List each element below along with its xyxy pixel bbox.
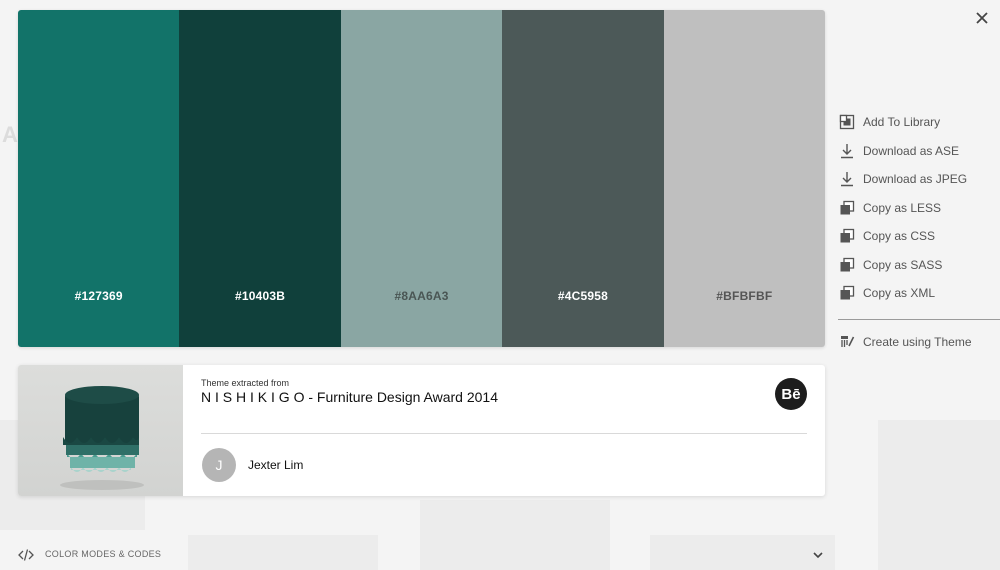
swatch-hex-label: #BFBFBF — [716, 289, 773, 303]
avatar[interactable]: J — [202, 448, 236, 482]
source-card: Theme extracted from N I S H I K I G O -… — [18, 365, 825, 496]
copy-icon — [838, 227, 856, 245]
create-using-theme-label: Create using Theme — [863, 334, 972, 349]
code-icon — [18, 549, 34, 561]
color-swatch[interactable]: #4C5958 — [502, 10, 664, 347]
project-title-link[interactable]: N I S H I K I G O - Furniture Design Awa… — [201, 389, 498, 405]
swatch-hex-label: #8AA6A3 — [394, 289, 449, 303]
add-to-library-label: Add To Library — [863, 115, 941, 130]
color-palette: #127369 #10403B #8AA6A3 #4C5958 #BFBFBF — [18, 10, 825, 347]
download-icon — [838, 142, 856, 160]
source-info: Theme extracted from N I S H I K I G O -… — [201, 365, 807, 496]
copy-icon — [838, 284, 856, 302]
copy-xml-label: Copy as XML — [863, 286, 936, 301]
library-icon — [838, 113, 856, 131]
download-jpeg-label: Download as JPEG — [863, 172, 968, 187]
swatch-hex-label: #10403B — [235, 289, 286, 303]
extracted-from-label: Theme extracted from — [201, 378, 290, 388]
close-button[interactable] — [972, 8, 992, 28]
copy-css-button[interactable]: Copy as CSS — [838, 222, 1000, 251]
actions-menu: Add To Library Download as ASE Download … — [838, 108, 1000, 356]
background-fragment: A — [2, 122, 18, 147]
close-icon — [976, 12, 988, 24]
download-jpeg-button[interactable]: Download as JPEG — [838, 165, 1000, 194]
menu-divider — [838, 318, 1000, 320]
download-ase-label: Download as ASE — [863, 143, 960, 158]
download-icon — [838, 170, 856, 188]
project-thumbnail[interactable] — [18, 365, 183, 496]
copy-xml-button[interactable]: Copy as XML — [838, 279, 1000, 308]
copy-less-button[interactable]: Copy as LESS — [838, 194, 1000, 223]
color-modes-bar: COLOR MODES & CODES — [0, 540, 840, 570]
download-ase-button[interactable]: Download as ASE — [838, 137, 1000, 166]
chevron-down-icon[interactable] — [811, 548, 825, 562]
stool-image — [60, 386, 144, 490]
card-divider — [201, 433, 807, 434]
create-using-theme-button[interactable]: Create using Theme — [838, 328, 1000, 357]
copy-sass-label: Copy as SASS — [863, 257, 943, 272]
brush-icon — [838, 333, 856, 351]
color-swatch[interactable]: #8AA6A3 — [340, 10, 503, 347]
color-swatch[interactable]: #127369 — [18, 10, 180, 347]
copy-css-label: Copy as CSS — [863, 229, 936, 244]
background-tile — [878, 420, 1000, 570]
swatch-hex-label: #127369 — [74, 289, 123, 303]
color-swatch[interactable]: #10403B — [179, 10, 341, 347]
copy-sass-button[interactable]: Copy as SASS — [838, 251, 1000, 280]
copy-icon — [838, 199, 856, 217]
color-swatch[interactable]: #BFBFBF — [663, 10, 825, 347]
add-to-library-button[interactable]: Add To Library — [838, 108, 1000, 137]
copy-icon — [838, 256, 856, 274]
color-modes-toggle[interactable]: COLOR MODES & CODES — [45, 549, 161, 559]
author-name-link[interactable]: Jexter Lim — [248, 458, 303, 472]
swatch-hex-label: #4C5958 — [557, 289, 608, 303]
copy-less-label: Copy as LESS — [863, 200, 942, 215]
behance-icon[interactable]: Bē — [775, 378, 807, 410]
